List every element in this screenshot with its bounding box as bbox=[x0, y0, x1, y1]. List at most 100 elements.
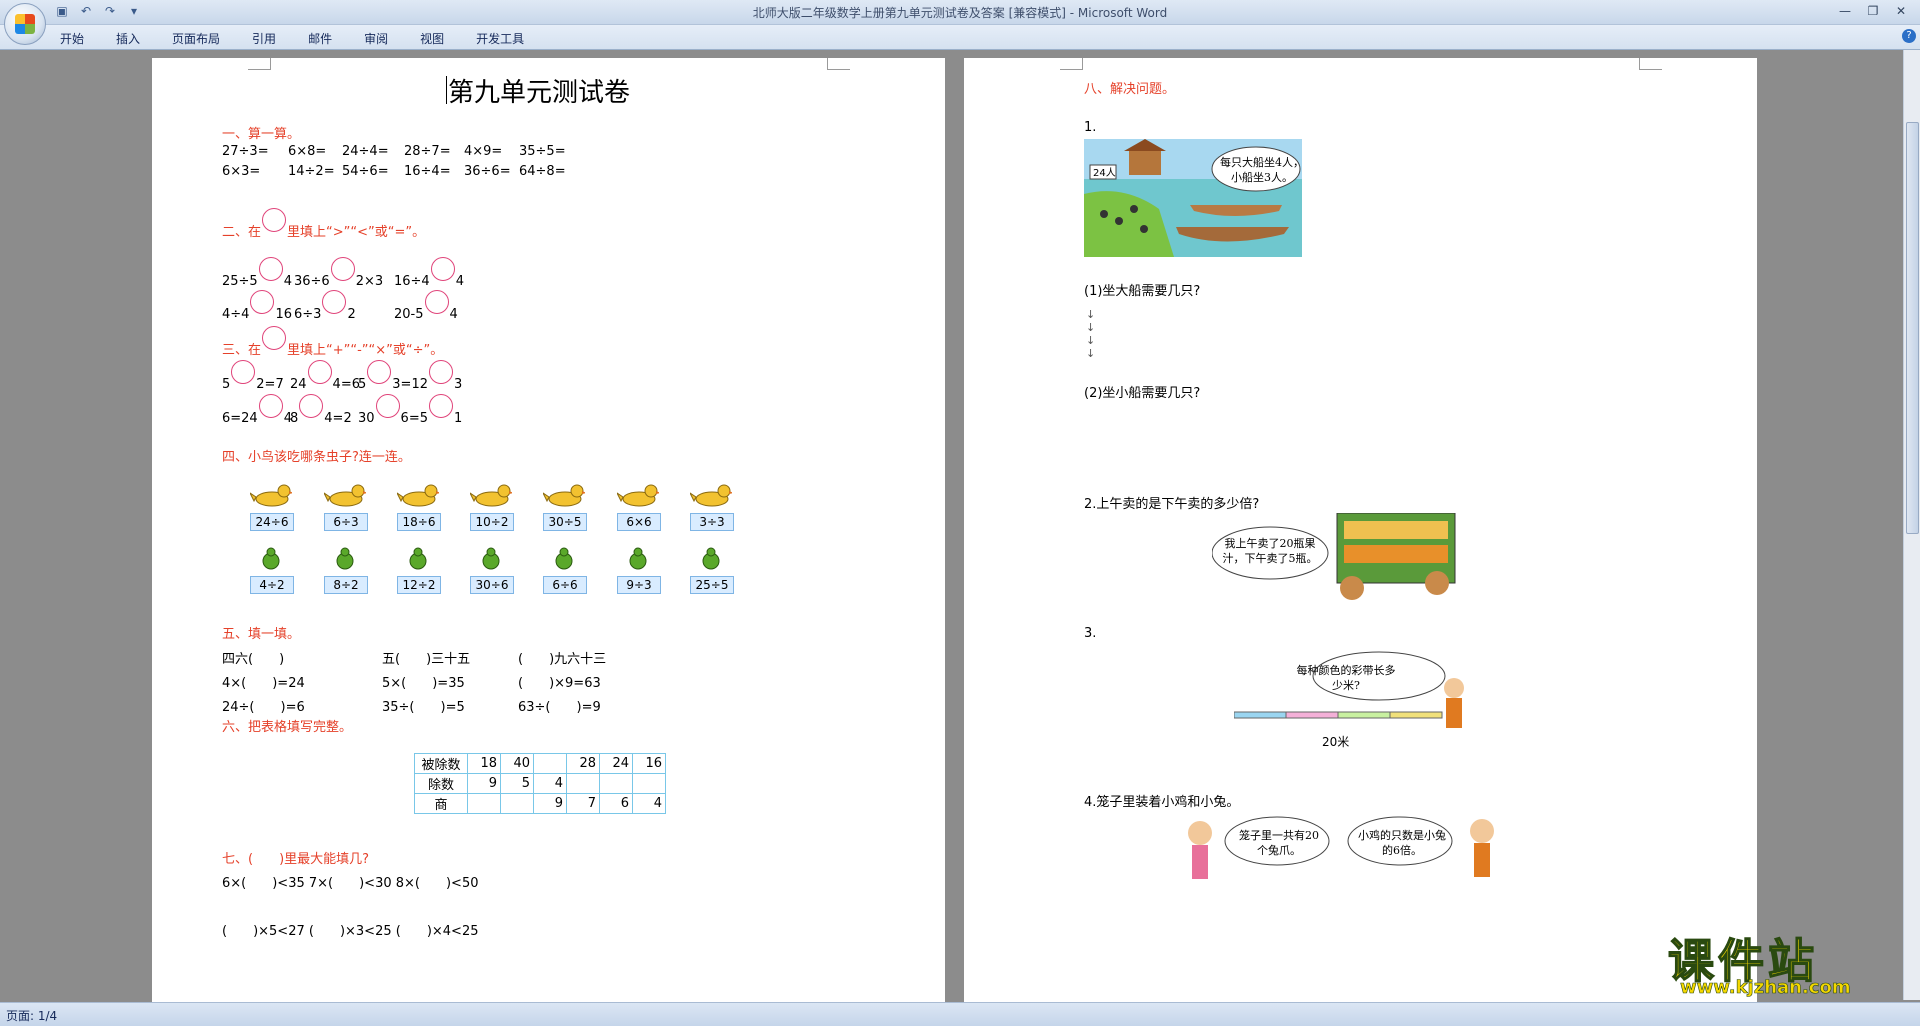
section-1-heading: 一、算一算。 bbox=[222, 127, 301, 142]
table-cell[interactable]: 6 bbox=[599, 793, 633, 814]
page-indicator[interactable]: 页面: 1/4 bbox=[6, 1007, 57, 1024]
answer-circle[interactable] bbox=[375, 394, 400, 418]
table-cell[interactable]: 7 bbox=[566, 793, 600, 814]
table-cell[interactable]: 16 bbox=[632, 753, 666, 774]
help-icon[interactable]: ? bbox=[1902, 29, 1916, 43]
table-cell[interactable]: 18 bbox=[467, 753, 501, 774]
fill-item: 五( )三十五 bbox=[382, 652, 471, 667]
fill-item: 35÷( )=5 bbox=[382, 700, 465, 715]
bird-card[interactable]: 6×6 bbox=[615, 483, 661, 531]
ribbon-bubble-text: 每种颜色的彩带长多少米? bbox=[1296, 664, 1396, 692]
bird-card[interactable]: 18÷6 bbox=[395, 483, 441, 531]
bug-card[interactable]: 6÷6 bbox=[541, 546, 587, 594]
question-3: 3. bbox=[1084, 626, 1097, 641]
table-cell[interactable] bbox=[632, 773, 666, 794]
compare-item: 6÷3 2 bbox=[294, 290, 356, 322]
bug-label: 9÷3 bbox=[617, 576, 661, 594]
bird-card[interactable]: 10÷2 bbox=[468, 483, 514, 531]
fill-item: 24÷( )=6 bbox=[222, 700, 305, 715]
table-cell[interactable] bbox=[599, 773, 633, 794]
crop-mark bbox=[1060, 58, 1083, 70]
bug-icon bbox=[690, 546, 732, 570]
answer-circle[interactable] bbox=[322, 290, 347, 314]
close-icon[interactable]: ✕ bbox=[1888, 2, 1914, 20]
table-cell[interactable] bbox=[533, 753, 567, 774]
question-1a: (1)坐大船需要几只? bbox=[1084, 284, 1201, 299]
answer-circle[interactable] bbox=[428, 394, 453, 418]
document-page-1[interactable]: 第九单元测试卷 一、算一算。 二、在 里填上“>”“<”或“=”。 三、在 里填上“… bbox=[152, 58, 945, 1002]
table-cell[interactable]: 除数 bbox=[414, 773, 468, 794]
bug-card[interactable]: 30÷6 bbox=[468, 546, 514, 594]
bird-card[interactable]: 3÷3 bbox=[688, 483, 734, 531]
answer-circle[interactable] bbox=[299, 394, 324, 418]
operator-item: 24 4=6 bbox=[290, 360, 360, 392]
office-button[interactable] bbox=[4, 3, 46, 45]
tab-5[interactable]: 审阅 bbox=[364, 30, 388, 47]
bug-label: 12÷2 bbox=[397, 576, 441, 594]
watermark-url: www.kjzhan.com bbox=[1680, 977, 1851, 999]
table-cell[interactable]: 商 bbox=[414, 793, 468, 814]
tab-0[interactable]: 开始 bbox=[60, 30, 84, 47]
restore-icon[interactable]: ❐ bbox=[1860, 2, 1886, 20]
bug-card[interactable]: 9÷3 bbox=[615, 546, 661, 594]
answer-circle[interactable] bbox=[307, 360, 332, 384]
bug-card[interactable]: 8÷2 bbox=[322, 546, 368, 594]
bird-icon bbox=[688, 483, 734, 507]
page-title: 第九单元测试卷 bbox=[448, 78, 631, 108]
bird-icon bbox=[248, 483, 294, 507]
document-page-2[interactable]: 八、解决问题。 1. 24人 每只大船坐4人，小船坐3人。 (1)坐大船需要几只… bbox=[964, 58, 1757, 1002]
operator-item: 6=24 4 bbox=[222, 394, 292, 426]
answer-circle[interactable] bbox=[250, 290, 275, 314]
boat-sign-text: 24人 bbox=[1093, 167, 1116, 179]
table-cell[interactable]: 5 bbox=[500, 773, 534, 794]
answer-circle[interactable] bbox=[231, 360, 256, 384]
answer-circle[interactable] bbox=[258, 257, 283, 281]
operator-item: 8 4=2 bbox=[290, 394, 352, 426]
question-4: 4.笼子里装着小鸡和小兔。 bbox=[1084, 795, 1240, 810]
table-cell[interactable]: 9 bbox=[533, 793, 567, 814]
juice-bubble-text: 我上午卖了20瓶果汁，下午卖了5瓶。 bbox=[1222, 537, 1318, 565]
text-cursor bbox=[446, 76, 447, 104]
cage-bubble-1: 笼子里一共有20个兔爪。 bbox=[1239, 829, 1319, 857]
tab-4[interactable]: 邮件 bbox=[308, 30, 332, 47]
table-cell[interactable] bbox=[500, 793, 534, 814]
table-cell[interactable]: 9 bbox=[467, 773, 501, 794]
table-cell[interactable]: 4 bbox=[632, 793, 666, 814]
table-cell[interactable] bbox=[566, 773, 600, 794]
tab-7[interactable]: 开发工具 bbox=[476, 30, 524, 47]
table-cell[interactable]: 24 bbox=[599, 753, 633, 774]
bird-label: 18÷6 bbox=[397, 513, 441, 531]
table-cell[interactable]: 被除数 bbox=[414, 753, 468, 774]
bug-icon bbox=[397, 546, 439, 570]
operator-item: 5 3=12 3 bbox=[358, 360, 462, 392]
bug-card[interactable]: 4÷2 bbox=[248, 546, 294, 594]
table-cell[interactable]: 4 bbox=[533, 773, 567, 794]
minimize-icon[interactable]: — bbox=[1832, 2, 1858, 20]
tab-3[interactable]: 引用 bbox=[252, 30, 276, 47]
tab-1[interactable]: 插入 bbox=[116, 30, 140, 47]
answer-circle[interactable] bbox=[330, 257, 355, 281]
bird-card[interactable]: 30÷5 bbox=[541, 483, 587, 531]
answer-circle[interactable] bbox=[430, 257, 455, 281]
answer-circle[interactable] bbox=[258, 394, 283, 418]
tab-2[interactable]: 页面布局 bbox=[172, 30, 220, 47]
bug-card[interactable]: 25÷5 bbox=[688, 546, 734, 594]
calc-item: 6×3= bbox=[222, 164, 261, 179]
bird-card[interactable]: 24÷6 bbox=[248, 483, 294, 531]
answer-circle[interactable] bbox=[429, 360, 453, 384]
bug-label: 4÷2 bbox=[250, 576, 294, 594]
bug-card[interactable]: 12÷2 bbox=[395, 546, 441, 594]
calc-item: 28÷7= bbox=[404, 144, 451, 159]
tab-6[interactable]: 视图 bbox=[420, 30, 444, 47]
scroll-thumb[interactable] bbox=[1906, 122, 1919, 534]
answer-circle[interactable] bbox=[424, 290, 449, 314]
table-cell[interactable] bbox=[467, 793, 501, 814]
question-1-number: 1. bbox=[1084, 120, 1097, 135]
answer-circle[interactable] bbox=[367, 360, 392, 384]
circle-icon bbox=[262, 326, 287, 350]
bird-card[interactable]: 6÷3 bbox=[322, 483, 368, 531]
table-cell[interactable]: 28 bbox=[566, 753, 600, 774]
vertical-scrollbar[interactable] bbox=[1903, 50, 1920, 1000]
fill-item: ( )九六十三 bbox=[518, 652, 607, 667]
table-cell[interactable]: 40 bbox=[500, 753, 534, 774]
